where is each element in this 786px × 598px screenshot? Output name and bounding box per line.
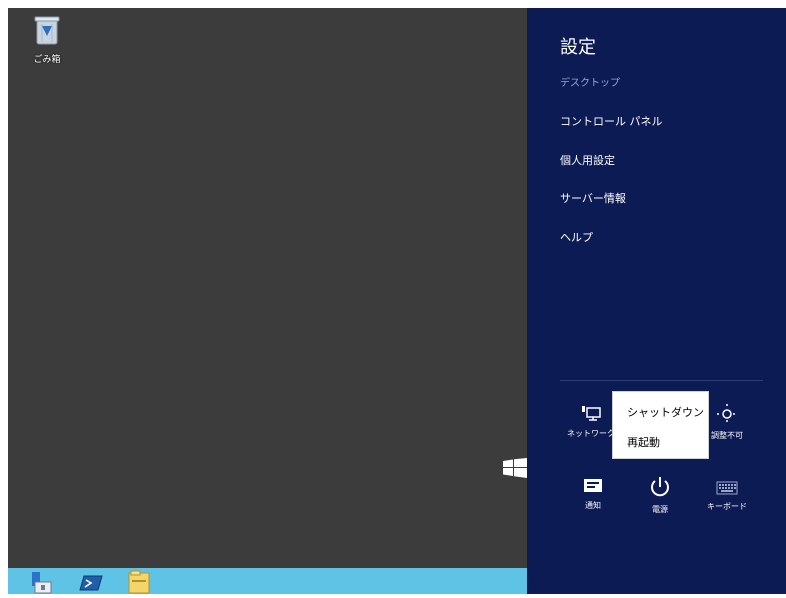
recycle-bin[interactable]: ごみ箱	[22, 14, 72, 65]
menu-control-panel[interactable]: コントロール パネル	[560, 113, 663, 129]
menu-personalization[interactable]: 個人用設定	[560, 152, 615, 168]
power-label: 電源	[652, 505, 668, 514]
windows-logo-icon[interactable]	[503, 458, 527, 478]
powershell-button[interactable]	[78, 570, 104, 594]
divider	[560, 380, 763, 381]
keyboard-icon	[716, 481, 738, 495]
server-manager-button[interactable]	[28, 570, 54, 594]
menu-help[interactable]: ヘルプ	[560, 229, 593, 245]
powershell-icon	[79, 575, 103, 591]
menu-server-info[interactable]: サーバー情報	[560, 190, 626, 206]
settings-title: 設定	[560, 37, 596, 58]
shutdown-option[interactable]: シャットダウン	[627, 404, 704, 420]
power-tile[interactable]: 電源	[630, 476, 690, 515]
keyboard-tile[interactable]: キーボード	[697, 480, 757, 512]
recycle-bin-label: ごみ箱	[33, 55, 61, 65]
settings-charm-panel: 設定 デスクトップ コントロール パネル 個人用設定 サーバー情報 ヘルプ ネッ…	[527, 8, 786, 594]
power-menu-popup: シャットダウン 再起動	[612, 391, 709, 459]
keyboard-label: キーボード	[707, 502, 747, 511]
notification-tile[interactable]: 通知	[563, 478, 623, 511]
server-manager-icon	[32, 572, 52, 594]
network-icon	[582, 406, 601, 421]
file-explorer-button[interactable]	[126, 570, 152, 594]
settings-subtitle: デスクトップ	[560, 78, 620, 89]
taskbar	[8, 568, 527, 594]
brightness-icon	[717, 404, 737, 424]
desktop: ごみ箱	[8, 8, 527, 568]
recycle-bin-icon	[34, 16, 60, 45]
file-explorer-icon	[128, 570, 150, 594]
power-icon	[651, 477, 669, 497]
restart-option[interactable]: 再起動	[627, 434, 660, 450]
notification-label: 通知	[585, 501, 601, 510]
notification-icon	[584, 479, 602, 492]
